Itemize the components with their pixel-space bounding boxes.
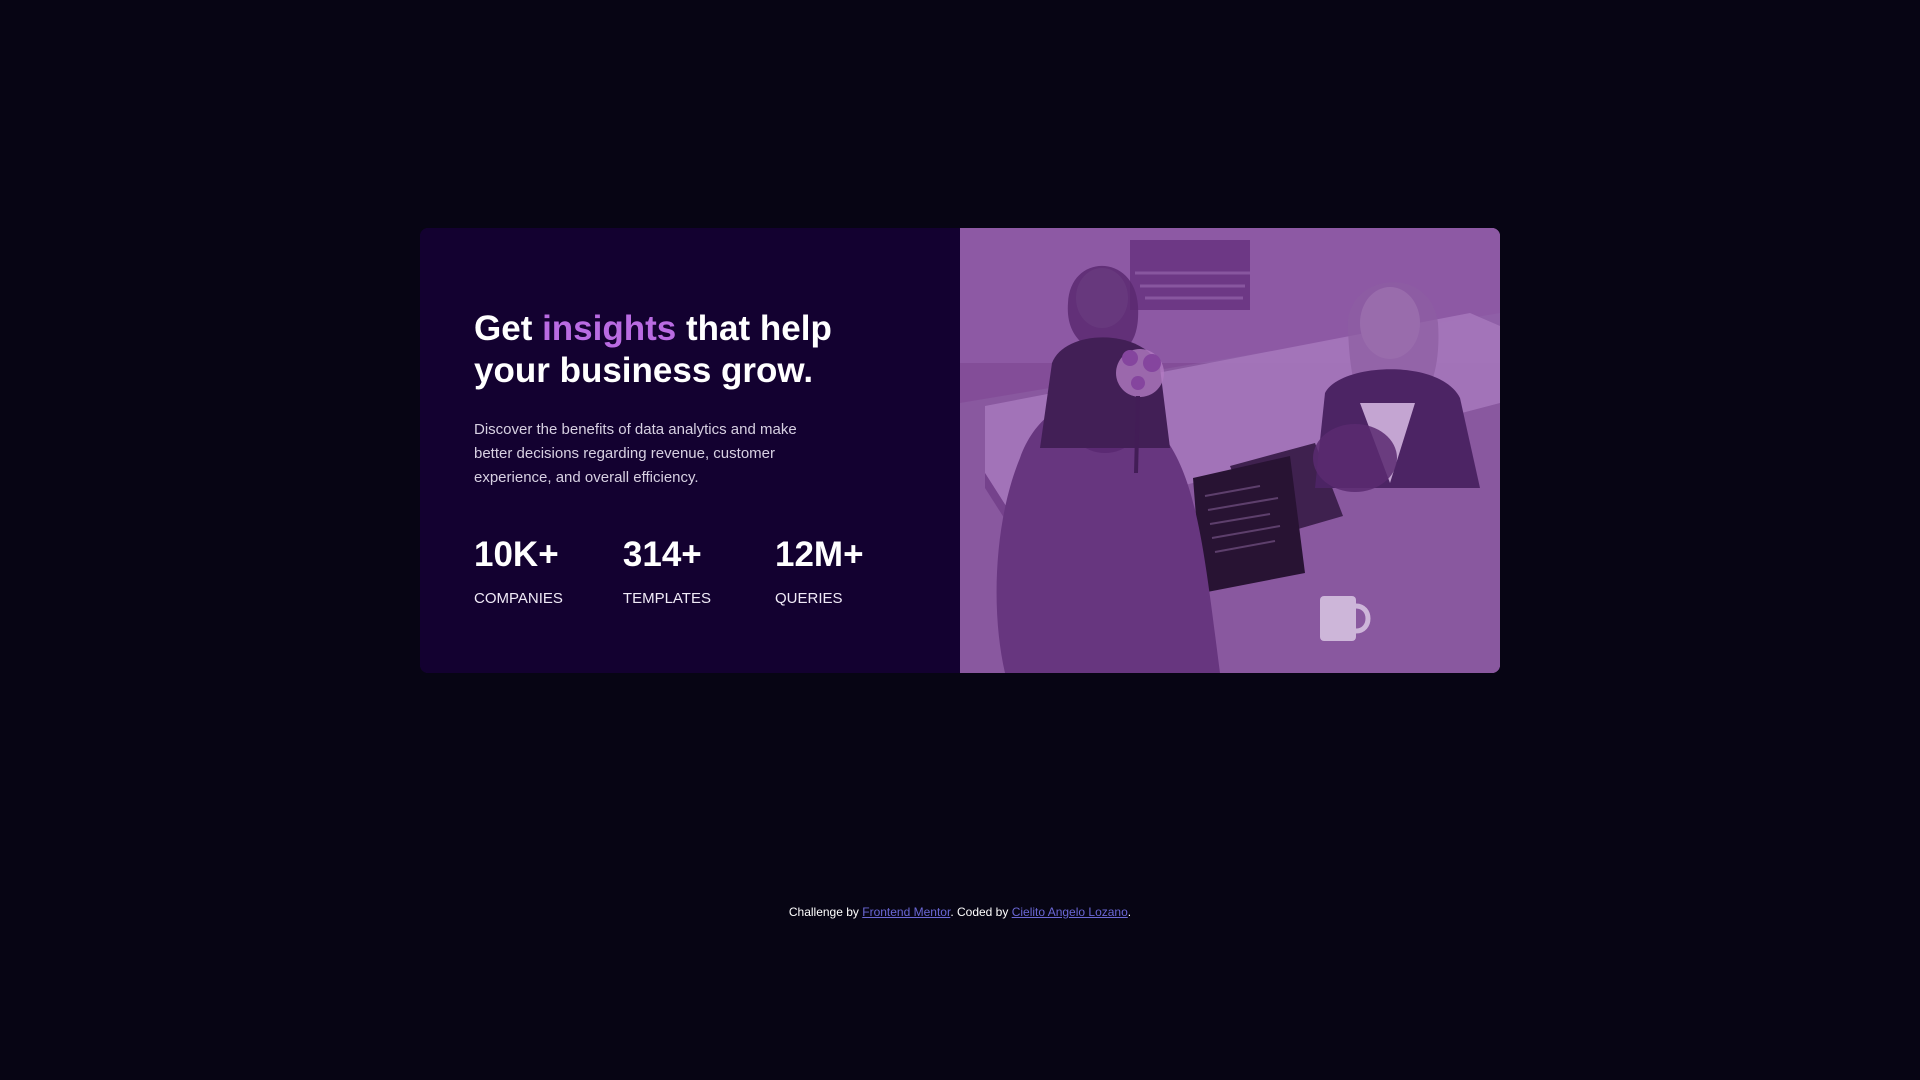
stat-templates: 314+ TEMPLATES — [623, 535, 711, 609]
laptop-screen — [1193, 456, 1305, 593]
card-content: Get insights that help your business gro… — [420, 228, 960, 673]
stat-label-queries: QUERIES — [774, 590, 843, 607]
stat-label-companies: COMPANIES — [474, 590, 563, 607]
stat-queries: 12M+ QUERIES — [775, 535, 864, 609]
stat-label-templates: TEMPLATES — [622, 590, 711, 607]
flower-1 — [1122, 350, 1138, 366]
frontend-mentor-link[interactable]: Frontend Mentor — [862, 905, 950, 919]
headline-accent-text: insights — [542, 309, 677, 348]
vase-stem — [1134, 395, 1140, 474]
stats-row: 10K+ COMPANIES 314+ TEMPLATES 12M+ QUERI… — [474, 535, 960, 609]
headline: Get insights that help your business gro… — [474, 308, 874, 392]
footer-middle-text: . Coded by — [950, 905, 1012, 919]
stats-preview-card: Get insights that help your business gro… — [420, 228, 1500, 673]
stat-value-queries: 12M+ — [774, 535, 864, 574]
stat-value-templates: 314+ — [622, 535, 702, 574]
flower-3 — [1131, 376, 1145, 390]
footer-challenge-prefix: Challenge by — [788, 905, 863, 919]
team-photo-illustration — [960, 228, 1500, 673]
plant — [1313, 424, 1397, 492]
attribution-footer: Challenge by Frontend Mentor. Coded by C… — [0, 904, 1920, 920]
author-link[interactable]: Cielito Angelo Lozano — [1012, 905, 1128, 919]
headline-lead-text: Get — [474, 309, 543, 348]
stat-companies: 10K+ COMPANIES — [474, 535, 563, 609]
coffee-mug — [1320, 596, 1356, 641]
stat-value-companies: 10K+ — [474, 535, 559, 574]
footer-suffix: . — [1127, 905, 1132, 919]
team-photo — [960, 228, 1500, 673]
card-description: Discover the benefits of data analytics … — [474, 421, 797, 486]
flower-2 — [1143, 354, 1161, 372]
